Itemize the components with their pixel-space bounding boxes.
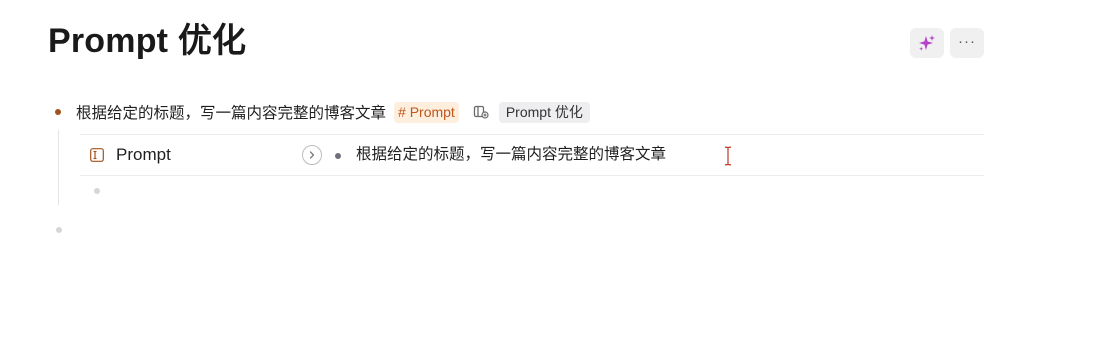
- expand-button[interactable]: [302, 145, 322, 165]
- more-icon: ···: [958, 32, 976, 50]
- more-options-button[interactable]: ···: [950, 28, 984, 58]
- outline-node-1[interactable]: 根据给定的标题，写一篇内容完整的博客文章 # Prompt Prompt 优化: [76, 100, 590, 124]
- value-bullet[interactable]: [335, 153, 341, 159]
- node-text[interactable]: 根据给定的标题，写一篇内容完整的博客文章: [76, 101, 386, 123]
- empty-node-bullet[interactable]: [56, 227, 62, 233]
- page-title[interactable]: Prompt 优化: [48, 18, 246, 64]
- empty-child-bullet[interactable]: [94, 188, 100, 194]
- page: Prompt 优化 ··· 根据给定的标题，写一篇内容完整的博客文章 # Pro…: [0, 0, 1099, 338]
- field-name[interactable]: Prompt: [116, 145, 171, 165]
- tag-prompt[interactable]: # Prompt: [394, 101, 459, 123]
- indent-guide: [58, 130, 59, 205]
- top-actions: ···: [910, 28, 984, 58]
- text-cursor-icon: [724, 146, 732, 166]
- ai-assist-button[interactable]: [910, 28, 944, 58]
- bullet-node-1[interactable]: [55, 109, 61, 115]
- reference-chip[interactable]: Prompt 优化: [498, 101, 590, 123]
- field-value[interactable]: 根据给定的标题，写一篇内容完整的博客文章: [356, 145, 666, 165]
- field-row-prompt[interactable]: Prompt 根据给定的标题，写一篇内容完整的博客文章: [80, 134, 984, 176]
- reference-icon[interactable]: [473, 104, 489, 120]
- chevron-right-icon: [309, 151, 315, 159]
- text-field-icon: [90, 148, 104, 162]
- sparkle-icon: [919, 35, 935, 51]
